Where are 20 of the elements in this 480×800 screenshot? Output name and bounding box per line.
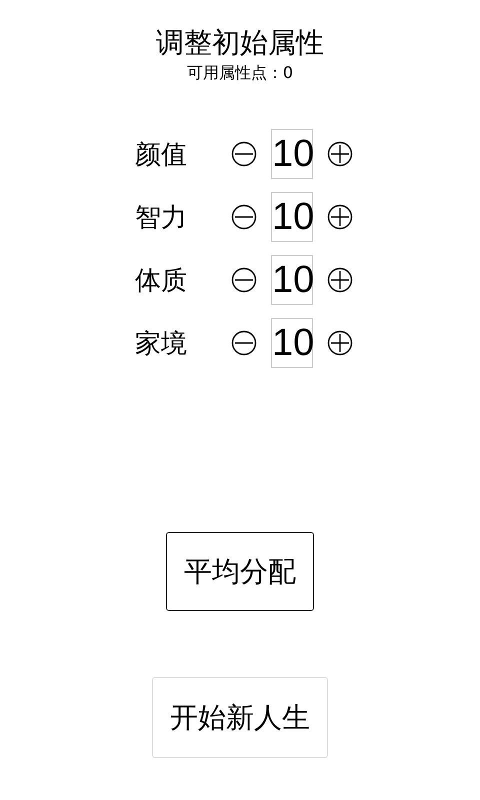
attribute-label: 家境: [135, 328, 188, 360]
value-field: 10: [271, 129, 313, 179]
minus-icon[interactable]: [231, 204, 257, 230]
value-field: 10: [271, 318, 313, 368]
attribute-label: 颜值: [135, 138, 188, 172]
value-field: 10: [271, 192, 313, 242]
value-field: 10: [271, 255, 313, 305]
attribute-label: 体质: [135, 264, 188, 298]
attribute-label: 智力: [135, 202, 188, 234]
plus-icon[interactable]: [327, 141, 353, 167]
plus-icon[interactable]: [327, 330, 353, 356]
action-button[interactable]: 平均分配: [166, 532, 314, 611]
action-button[interactable]: 开始新人生: [152, 677, 328, 758]
minus-icon[interactable]: [231, 330, 257, 356]
page-title: 调整初始属性: [156, 25, 324, 61]
minus-icon[interactable]: [231, 141, 257, 167]
minus-icon[interactable]: [231, 267, 257, 293]
points-label: 可用属性点：0: [186, 62, 294, 84]
plus-icon[interactable]: [327, 204, 353, 230]
plus-icon[interactable]: [327, 267, 353, 293]
